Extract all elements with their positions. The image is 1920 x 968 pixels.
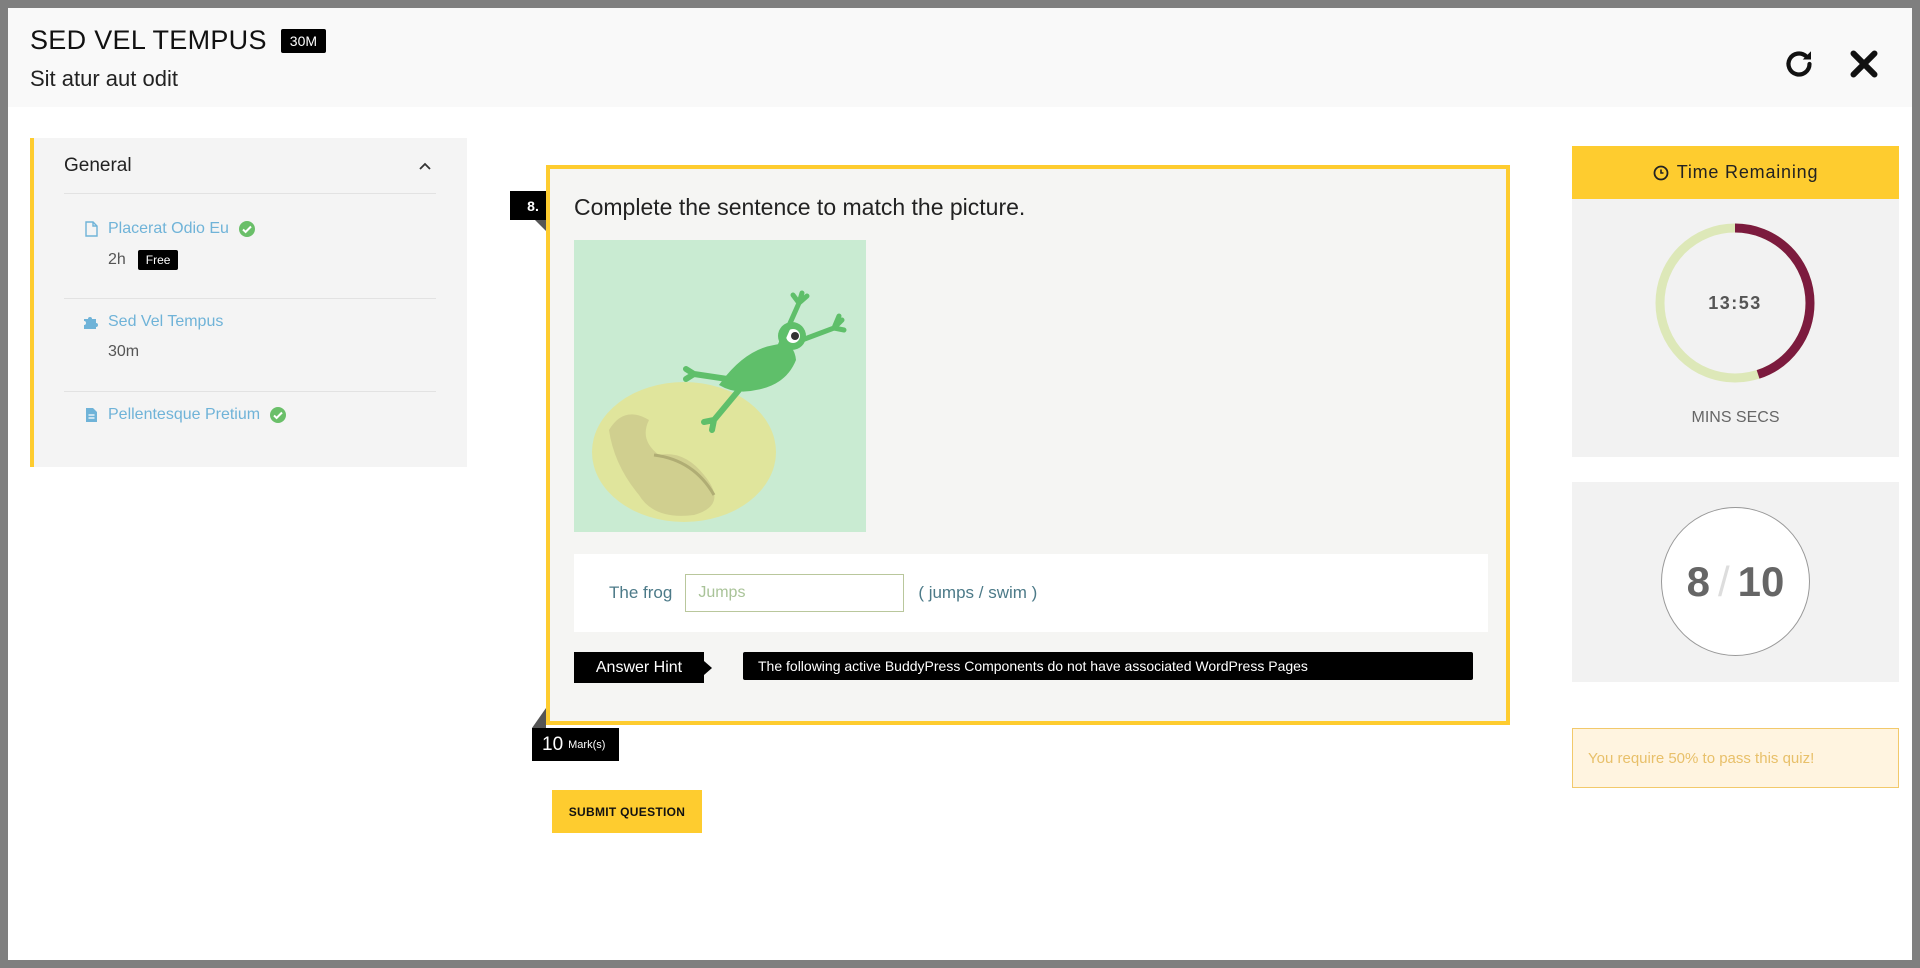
lesson-duration: 2h [108, 251, 126, 268]
lesson-item: Sed Vel Tempus 30m [64, 313, 436, 392]
free-badge: Free [137, 250, 179, 270]
answer-hint-text: The following active BuddyPress Componen… [743, 652, 1473, 680]
answer-hint-button[interactable]: Answer Hint [574, 652, 704, 683]
timer-heading: Time Remaining [1676, 162, 1819, 182]
title-row: SED VEL TEMPUS 30M [30, 25, 327, 56]
header: SED VEL TEMPUS 30M Sit atur aut odit [8, 8, 1912, 107]
file-icon [85, 221, 98, 237]
page-title: SED VEL TEMPUS [30, 25, 267, 55]
puzzle-icon [84, 317, 98, 329]
section-label: General [64, 154, 132, 176]
question-text: Complete the sentence to match the pictu… [574, 194, 1026, 220]
lesson-title: Pellentesque Pretium [108, 406, 261, 423]
pass-requirement-note: You require 50% to pass this quiz! [1572, 728, 1899, 788]
timer-panel: 13:53 MINS SECS [1572, 199, 1899, 457]
duration-badge: 30M [280, 28, 327, 53]
document-icon [86, 408, 97, 422]
page-subtitle: Sit atur aut odit [30, 66, 178, 91]
frog-illustration [574, 240, 866, 532]
lesson-title: Sed Vel Tempus [108, 313, 224, 330]
lesson-duration: 30m [108, 343, 140, 360]
marks-ribbon-fold [532, 708, 546, 728]
chevron-up-icon [419, 162, 431, 170]
score-current: 8 [1686, 557, 1710, 605]
marks-value: 10 [542, 733, 564, 755]
score-total: 10 [1737, 557, 1785, 605]
clock-icon [1653, 165, 1669, 180]
lesson-meta: 2h Free [108, 250, 436, 270]
reload-button[interactable] [1781, 46, 1817, 82]
marks-label: Mark(s) [568, 738, 606, 751]
quiz-window: SED VEL TEMPUS 30M Sit atur aut odit Gen… [8, 8, 1912, 960]
lesson-link[interactable]: Pellentesque Pretium [64, 406, 436, 424]
lesson-meta: 30m [108, 343, 436, 361]
marks-badge: 10 Mark(s) [532, 728, 619, 761]
submit-question-button[interactable]: SUBMIT QUESTION [552, 790, 702, 833]
lesson-link[interactable]: Placerat Odio Eu [64, 220, 436, 238]
timer-value: 13:53 [1708, 292, 1762, 313]
check-circle-icon [238, 221, 255, 237]
score-panel: 8 / 10 [1572, 482, 1899, 682]
hint-arrow [704, 661, 712, 675]
reload-icon [1786, 51, 1812, 77]
answer-options: ( jumps / swim ) [918, 583, 1038, 602]
lesson-title: Placerat Odio Eu [108, 220, 229, 237]
check-circle-icon [270, 407, 287, 423]
section-header-general[interactable]: General [64, 138, 436, 194]
timer-units: MINS SECS [1691, 409, 1780, 426]
lesson-item: Placerat Odio Eu 2h Free [64, 220, 436, 299]
close-icon [1850, 50, 1878, 78]
question-card: Complete the sentence to match the pictu… [546, 165, 1510, 725]
close-button[interactable] [1846, 46, 1882, 82]
lesson-link[interactable]: Sed Vel Tempus [64, 313, 436, 331]
curriculum-sidebar: General Placerat Odio Eu 2h Free Sed Vel… [30, 138, 467, 467]
lesson-item: Pellentesque Pretium [64, 406, 436, 446]
timer-header: Time Remaining [1572, 146, 1899, 199]
score-separator: / [1717, 557, 1730, 605]
score-circle: 8 / 10 [1661, 507, 1810, 656]
answer-input[interactable] [685, 574, 905, 612]
fill-in-panel: The frog ( jumps / swim ) [574, 554, 1488, 632]
sentence-prefix: The frog [609, 583, 673, 602]
question-image [574, 240, 866, 532]
